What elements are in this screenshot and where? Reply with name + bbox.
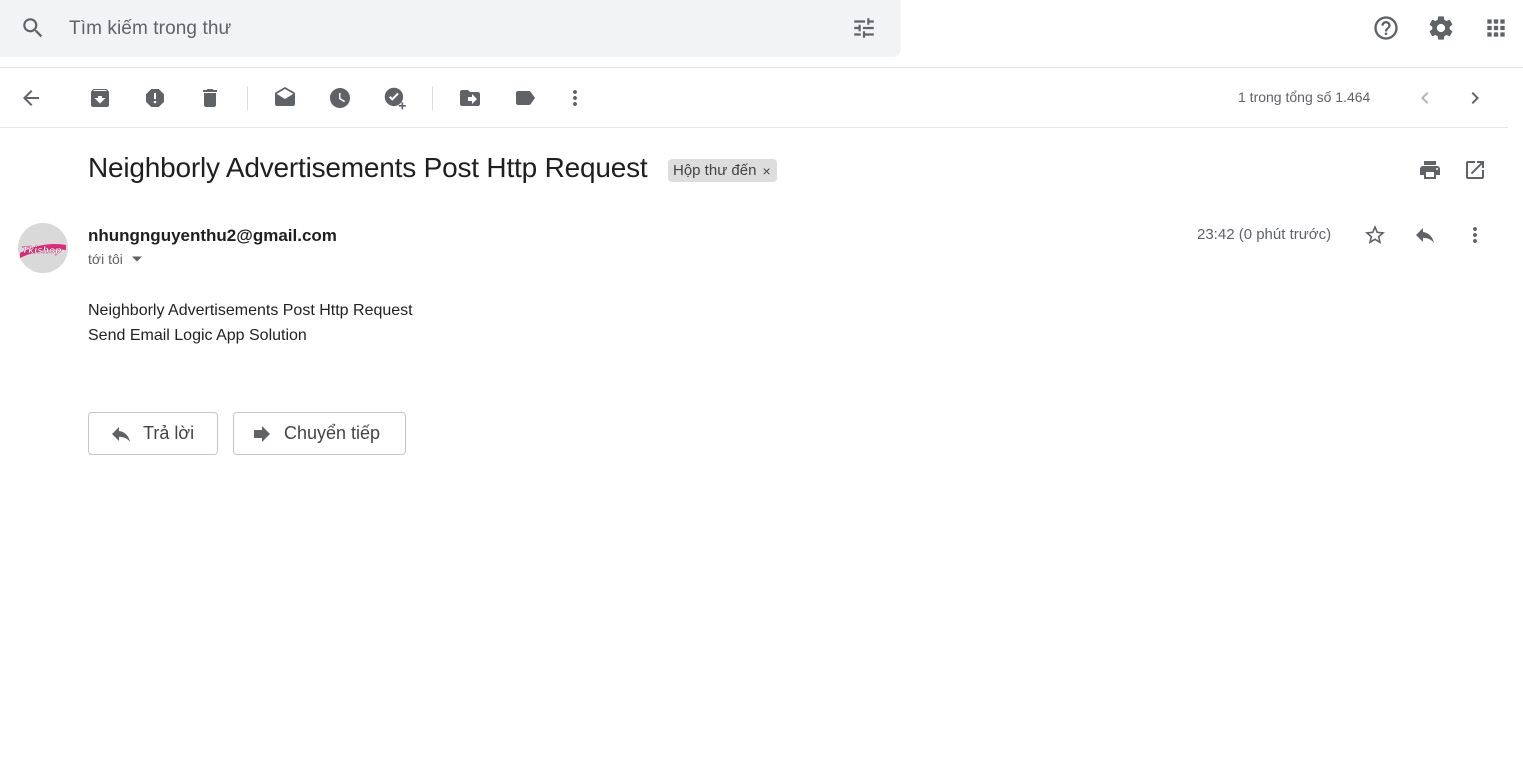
sender-email[interactable]: nhungnguyenthu2@gmail.com [88,226,337,246]
search-input[interactable]: Tìm kiếm trong thư [69,18,231,40]
settings-gear-icon[interactable] [1421,8,1461,48]
snooze-clock-icon[interactable] [320,78,360,118]
report-spam-icon[interactable] [135,78,175,118]
reply-button-label: Trả lời [143,423,195,443]
search-options-icon[interactable] [844,8,884,48]
sender-avatar[interactable]: Tkishop [18,223,68,273]
older-chevron-right-icon[interactable] [1455,78,1495,118]
print-icon[interactable] [1410,150,1450,190]
forward-arrow-icon [250,422,274,446]
toolbar-divider [0,127,1508,128]
message-more-icon[interactable] [1455,215,1495,255]
apps-grid-icon[interactable] [1476,8,1516,48]
recipient-text: tới tôi [88,251,123,267]
avatar-logo: Tkishop [18,223,68,273]
add-to-tasks-icon[interactable] [375,78,415,118]
remove-label-icon[interactable]: × [762,163,770,179]
move-to-folder-icon[interactable] [450,78,490,118]
forward-button-label: Chuyển tiếp [284,423,381,443]
email-body-line: Neighborly Advertisements Post Http Requ… [88,302,413,319]
archive-icon[interactable] [80,78,120,118]
newer-chevron-left-icon[interactable] [1405,78,1445,118]
star-icon[interactable] [1355,215,1395,255]
recipient-dropdown-icon[interactable] [131,255,143,263]
reply-icon[interactable] [1405,215,1445,255]
pagination-count: 1 trong tổng số 1.464 [1238,89,1371,105]
search-icon[interactable] [13,8,53,48]
inbox-label-chip: Hộp thư đến × [668,159,777,182]
more-options-icon[interactable] [555,78,595,118]
back-arrow-icon[interactable] [11,78,51,118]
reply-arrow-icon [109,422,133,446]
email-body-line: Send Email Logic App Solution [88,327,307,344]
forward-button[interactable]: Chuyển tiếp [233,412,406,455]
header-divider [0,67,1523,68]
email-timestamp: 23:42 (0 phút trước) [1197,226,1332,243]
toolbar-separator [432,86,433,110]
email-subject: Neighborly Advertisements Post Http Requ… [88,152,648,183]
label-chip-text: Hộp thư đến [673,162,757,179]
recipient-details[interactable]: tới tôi [88,251,143,267]
reply-button[interactable]: Trả lời [88,412,218,455]
toolbar-separator [247,86,248,110]
help-icon[interactable] [1366,8,1406,48]
delete-trash-icon[interactable] [190,78,230,118]
svg-text:Tkishop: Tkishop [22,246,62,256]
label-tag-icon[interactable] [505,78,545,118]
mark-unread-icon[interactable] [265,78,305,118]
open-new-window-icon[interactable] [1455,150,1495,190]
